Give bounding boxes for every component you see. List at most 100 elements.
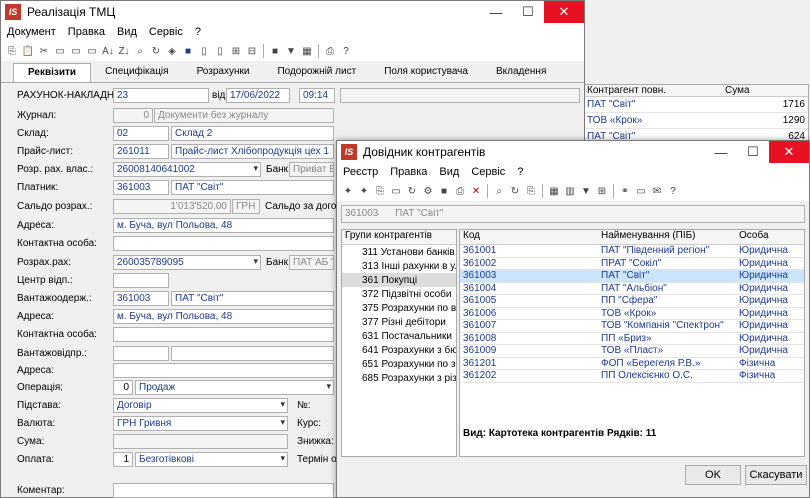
maximize-icon[interactable]: ☐ [737,141,769,163]
tab-specification[interactable]: Специфікація [91,63,182,82]
view-icon[interactable]: ▥ [563,184,577,198]
group-item[interactable]: 631 Постачальники [342,329,456,343]
group-item[interactable]: 313 Інші рахунки в у... [342,259,456,273]
menu-view[interactable]: Вид [111,26,143,38]
refresh-icon[interactable]: ↻ [405,184,419,198]
maximize-icon[interactable]: ☐ [512,1,544,23]
contact-field[interactable] [113,236,334,251]
address3-field[interactable] [113,363,334,378]
tree-icon[interactable]: ⊞ [229,44,243,58]
group-item[interactable]: 641 Розрахунки з бю... [342,343,456,357]
mail-icon[interactable]: ✉ [650,184,664,198]
menu-edit[interactable]: Правка [62,26,111,38]
consignee-code-field[interactable]: 361003 [113,291,169,306]
group-item[interactable]: 372 Підзвітні особи [342,287,456,301]
col-code[interactable]: Код [460,230,598,244]
help-icon[interactable]: ? [666,184,680,198]
comment-field[interactable] [113,483,334,498]
stop-icon[interactable]: ■ [437,184,451,198]
currency-select[interactable]: ГРН Гривня [113,416,288,431]
tab-settlements[interactable]: Розрахунки [183,63,264,82]
menu-service[interactable]: Сервіс [143,26,189,38]
menu-help[interactable]: ? [511,166,529,178]
delete-icon[interactable]: ✕ [469,184,483,198]
sort-az-icon[interactable]: A↓ [101,44,115,58]
journal-code-field[interactable]: 0 [113,108,153,123]
table-row[interactable]: ПАТ "Світ" 1716 [584,97,808,113]
group-item-selected[interactable]: 361 Покупці [342,273,456,287]
doc-icon[interactable]: ▭ [69,44,83,58]
time-field[interactable]: 09:14 [299,88,335,103]
group-item[interactable]: 375 Розрахунки по ві... [342,301,456,315]
mark-icon[interactable]: ⎘ [524,184,538,198]
sort-za-icon[interactable]: Z↓ [117,44,131,58]
new-doc-icon[interactable]: ▭ [53,44,67,58]
payer-code-field[interactable]: 361003 [113,180,169,195]
filter-icon[interactable]: ▼ [284,44,298,58]
group-item[interactable]: 377 Різні дебітори [342,315,456,329]
address2-field[interactable]: м. Буча, вул Польова, 48 [113,309,334,324]
minimize-icon[interactable]: — [480,1,512,23]
payer-name-field[interactable]: ПАТ "Світ" [171,180,334,195]
table-row[interactable]: 361001 ПАТ "Південний регіон" Юридична [460,245,804,258]
col-name[interactable]: Найменування (ПІБ) [598,230,736,244]
group-item[interactable]: 685 Розрахунки з різ... [342,371,456,385]
pricelist-name-field[interactable]: Прайс-лист Хлібопродукція цех 1 [171,144,334,159]
basis-select[interactable]: Договір [113,398,288,413]
doc-icon[interactable]: ▭ [389,184,403,198]
calc-icon[interactable]: ▦ [300,44,314,58]
menu-service[interactable]: Сервіс [465,166,511,178]
new-icon[interactable]: ✦ [341,184,355,198]
bank2-field[interactable]: ПАТ АБ "У [289,255,334,270]
table-row[interactable]: 361005 ПП "Сфера" Юридична [460,295,804,308]
card-icon[interactable]: ▭ [634,184,648,198]
bank-field[interactable]: Приват Б [289,162,334,177]
table-row[interactable]: 361006 ТОВ «Крок» Юридична [460,308,804,320]
tab-waybill[interactable]: Подорожній лист [263,63,370,82]
pricelist-code-field[interactable]: 261011 [113,144,169,159]
filter-icon[interactable]: ▼ [579,184,593,198]
doc2-icon[interactable]: ▭ [85,44,99,58]
search-icon[interactable]: ⌕ [492,184,506,198]
table-row[interactable]: 361009 ТОВ «Пласт» Юридична [460,345,804,358]
tab-requisites[interactable]: Реквізити [13,63,92,82]
copy-icon[interactable]: ⎘ [373,184,387,198]
operation-select[interactable]: Продаж [135,380,334,395]
minimize-icon[interactable]: — [705,141,737,163]
contact2-field[interactable] [113,327,334,342]
tab-attachments[interactable]: Вкладення [482,63,560,82]
book-icon[interactable]: ▯ [197,44,211,58]
menu-registry[interactable]: Реєстр [337,166,384,178]
cancel-button[interactable]: Скасувати [745,465,807,485]
warehouse-name-field[interactable]: Склад 2 [171,126,334,141]
tag-icon[interactable]: ◈ [165,44,179,58]
calc-icon[interactable]: ▦ [547,184,561,198]
menu-edit[interactable]: Правка [384,166,433,178]
stop-icon[interactable]: ■ [268,44,282,58]
print-icon[interactable]: ⎙ [453,184,467,198]
center-field[interactable] [113,273,169,288]
grid-icon[interactable]: ⊞ [595,184,609,198]
address-field[interactable]: м. Буча, вул Польова, 48 [113,218,334,233]
col-person[interactable]: Особа [736,230,804,244]
group-item[interactable]: 311 Установи банків [342,245,456,259]
doc-number-field[interactable]: 23 [113,88,209,103]
link-icon[interactable]: ⊟ [245,44,259,58]
table-row[interactable]: 361007 ТОВ "Компанія "Спектрон" Юридична [460,320,804,333]
shipper-code-field[interactable] [113,346,169,361]
copy-icon[interactable]: ⎘ [5,44,19,58]
journal-name-field[interactable]: Документи без журналу [154,108,334,123]
close-icon[interactable]: ✕ [544,1,584,23]
table-row[interactable]: 361002 ПРАТ "Сокіл" Юридична [460,258,804,270]
table-row[interactable]: 361004 ПАТ "Альбіон" Юридична [460,283,804,295]
shipper-name-field[interactable] [171,346,334,361]
save-icon[interactable]: ■ [181,44,195,58]
warehouse-code-field[interactable]: 02 [113,126,169,141]
help-icon[interactable]: ? [339,44,353,58]
table-row-selected[interactable]: 361003 ПАТ "Світ" Юридична [460,270,804,283]
book2-icon[interactable]: ▯ [213,44,227,58]
table-row[interactable]: ТОВ «Крок» 1290 [584,113,808,129]
menu-help[interactable]: ? [189,26,207,38]
table-row[interactable]: 361201 ФОП «Берегеля Р.В.» Фізична [460,358,804,370]
date-field[interactable]: 17/06/2022 [226,88,290,103]
